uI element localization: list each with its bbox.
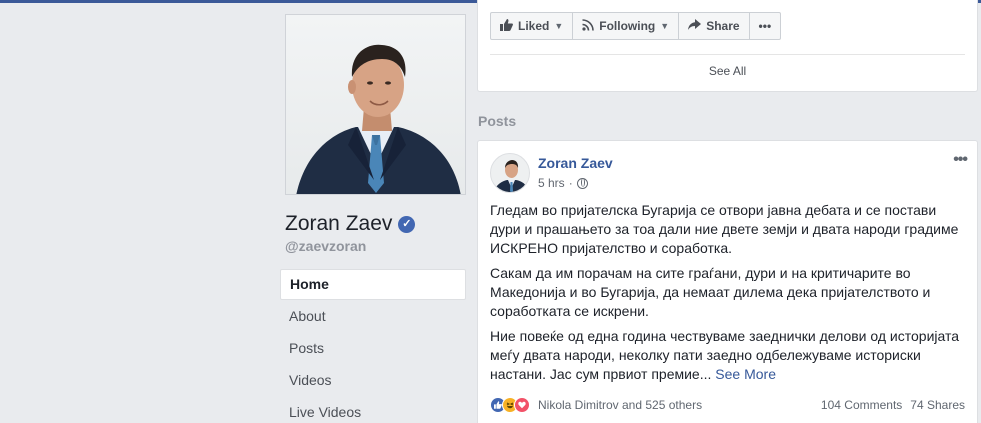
globe-icon[interactable]: [576, 177, 588, 189]
page-nav: Home About Posts Videos Live Videos: [280, 269, 466, 423]
posts-heading: Posts: [478, 113, 517, 129]
page-handle[interactable]: @zaevzoran: [285, 238, 366, 254]
post-meta: 5 hrs ·: [538, 176, 588, 190]
liked-button[interactable]: Liked ▼: [491, 13, 574, 39]
share-label: Share: [706, 19, 740, 33]
profile-photo-image: [296, 44, 461, 194]
post-body: Гледам во пријателска Бугарија се отвори…: [490, 201, 968, 390]
more-icon: •••: [758, 19, 772, 33]
chevron-down-icon: ▼: [554, 21, 564, 31]
shares-count[interactable]: 74 Shares: [910, 398, 965, 412]
post-paragraph: Ние повеќе од една година чествуваме зае…: [490, 327, 968, 384]
page-name[interactable]: Zoran Zaev ✓: [285, 209, 416, 239]
nav-item-about[interactable]: About: [280, 300, 466, 332]
nav-item-live-videos[interactable]: Live Videos: [280, 396, 466, 423]
nav-item-videos[interactable]: Videos: [280, 364, 466, 396]
avatar-image: [493, 160, 529, 192]
chevron-down-icon: ▼: [660, 21, 670, 31]
share-arrow-icon: [688, 19, 702, 33]
see-all-link[interactable]: See All: [478, 64, 977, 78]
post-avatar[interactable]: [490, 153, 530, 193]
thumbs-up-icon: [500, 18, 513, 34]
share-button[interactable]: Share: [679, 13, 750, 39]
liked-label: Liked: [518, 19, 550, 33]
reactors-text[interactable]: Nikola Dimitrov and 525 others: [538, 398, 702, 412]
post-footer: Nikola Dimitrov and 525 others 104 Comme…: [490, 395, 965, 415]
reaction-icons: [490, 397, 530, 413]
page-actions-card: Liked ▼ Following ▼ Share ••• See All: [477, 0, 978, 92]
rss-icon: [582, 18, 595, 34]
comments-count[interactable]: 104 Comments: [821, 398, 902, 412]
post-timestamp[interactable]: 5 hrs: [538, 176, 565, 190]
reactions-summary[interactable]: Nikola Dimitrov and 525 others: [490, 397, 702, 413]
engagement-counts: 104 Comments 74 Shares: [821, 398, 965, 412]
post-author[interactable]: Zoran Zaev: [538, 155, 613, 171]
post-card: Zoran Zaev 5 hrs · ••• Гледам во пријате…: [477, 140, 978, 423]
verified-badge-icon: ✓: [398, 215, 416, 233]
divider: [490, 54, 965, 55]
nav-item-posts[interactable]: Posts: [280, 332, 466, 364]
nav-item-home[interactable]: Home: [280, 269, 466, 300]
see-more-link[interactable]: See More: [715, 366, 776, 382]
following-label: Following: [599, 19, 656, 33]
post-options-icon[interactable]: •••: [953, 151, 968, 169]
following-button[interactable]: Following ▼: [573, 13, 680, 39]
love-reaction-icon: [514, 397, 530, 413]
action-bar: Liked ▼ Following ▼ Share •••: [490, 12, 782, 40]
post-paragraph: Гледам во пријателска Бугарија се отвори…: [490, 202, 959, 256]
meta-separator: ·: [568, 176, 573, 190]
more-options-button[interactable]: •••: [750, 13, 781, 39]
profile-photo[interactable]: [285, 14, 466, 195]
post-paragraph: Сакам да им порачам на сите граѓани, дур…: [490, 265, 931, 319]
page-name-text[interactable]: Zoran Zaev: [285, 212, 392, 236]
